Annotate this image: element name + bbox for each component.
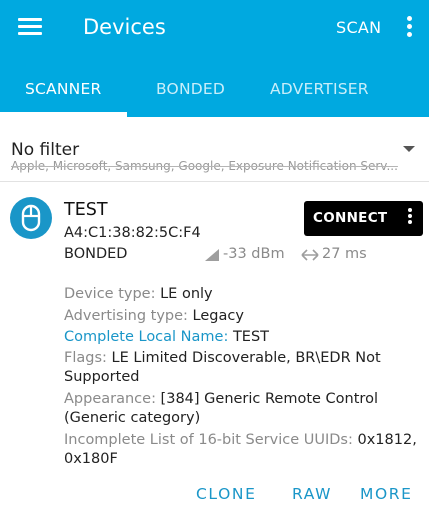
detail-key: Flags: [64, 350, 107, 366]
more-button[interactable]: MORE [360, 485, 413, 503]
bond-state: BONDED [64, 246, 128, 262]
connect-button[interactable]: CONNECT [304, 201, 423, 236]
toolbar: Devices SCAN [0, 0, 429, 58]
clone-button[interactable]: CLONE [196, 485, 257, 503]
device-address: A4:C1:38:82:5C:F4 [64, 225, 201, 241]
detail-key: Device type: [64, 286, 156, 302]
divider [0, 181, 429, 182]
filter-dropdown[interactable]: No filter Apple, Microsoft, Samsung, Goo… [0, 117, 429, 179]
detail-local-name: Complete Local Name: TEST [64, 328, 424, 347]
signal-strength-icon [205, 249, 219, 261]
tab-advertiser[interactable]: ADVERTISER [270, 80, 369, 98]
detail-device-type: Device type: LE only [64, 285, 424, 304]
advertising-interval: 27 ms [322, 246, 367, 262]
detail-key: Advertising type: [64, 308, 188, 324]
detail-service-uuids: Incomplete List of 16-bit Service UUIDs:… [64, 431, 426, 469]
scan-button[interactable]: SCAN [336, 18, 381, 37]
device-more-icon[interactable] [404, 207, 416, 231]
connect-label: CONNECT [313, 210, 388, 226]
tab-bonded[interactable]: BONDED [156, 80, 225, 98]
dropdown-arrow-icon [403, 146, 415, 152]
device-name: TEST [64, 200, 108, 220]
page-title: Devices [83, 15, 166, 39]
detail-appearance: Appearance: [384] Generic Remote Control… [64, 390, 414, 428]
app-bar: Devices SCAN SCANNER BONDED ADVERTISER [0, 0, 429, 117]
tab-bar: SCANNER BONDED ADVERTISER [0, 62, 429, 117]
detail-value: LE Limited Discoverable, BR\EDR Not Supp… [64, 350, 381, 385]
detail-key: Complete Local Name: [64, 329, 229, 345]
hamburger-icon[interactable] [18, 16, 42, 38]
detail-value: TEST [228, 329, 270, 345]
tab-scanner[interactable]: SCANNER [25, 80, 101, 98]
detail-value: Legacy [187, 308, 244, 324]
filter-subtitle: Apple, Microsoft, Samsung, Google, Expos… [11, 159, 398, 173]
detail-key: Appearance: [64, 391, 156, 407]
detail-advertising-type: Advertising type: Legacy [64, 307, 424, 326]
detail-value: LE only [155, 286, 213, 302]
mouse-icon [10, 197, 52, 239]
interval-arrows-icon [301, 249, 319, 261]
raw-button[interactable]: RAW [292, 485, 332, 503]
more-vert-icon[interactable] [402, 14, 416, 42]
rssi-value: -33 dBm [223, 246, 285, 262]
detail-flags: Flags: LE Limited Discoverable, BR\EDR N… [64, 349, 414, 387]
detail-key: Incomplete List of 16-bit Service UUIDs: [64, 432, 353, 448]
filter-title: No filter [11, 140, 80, 160]
